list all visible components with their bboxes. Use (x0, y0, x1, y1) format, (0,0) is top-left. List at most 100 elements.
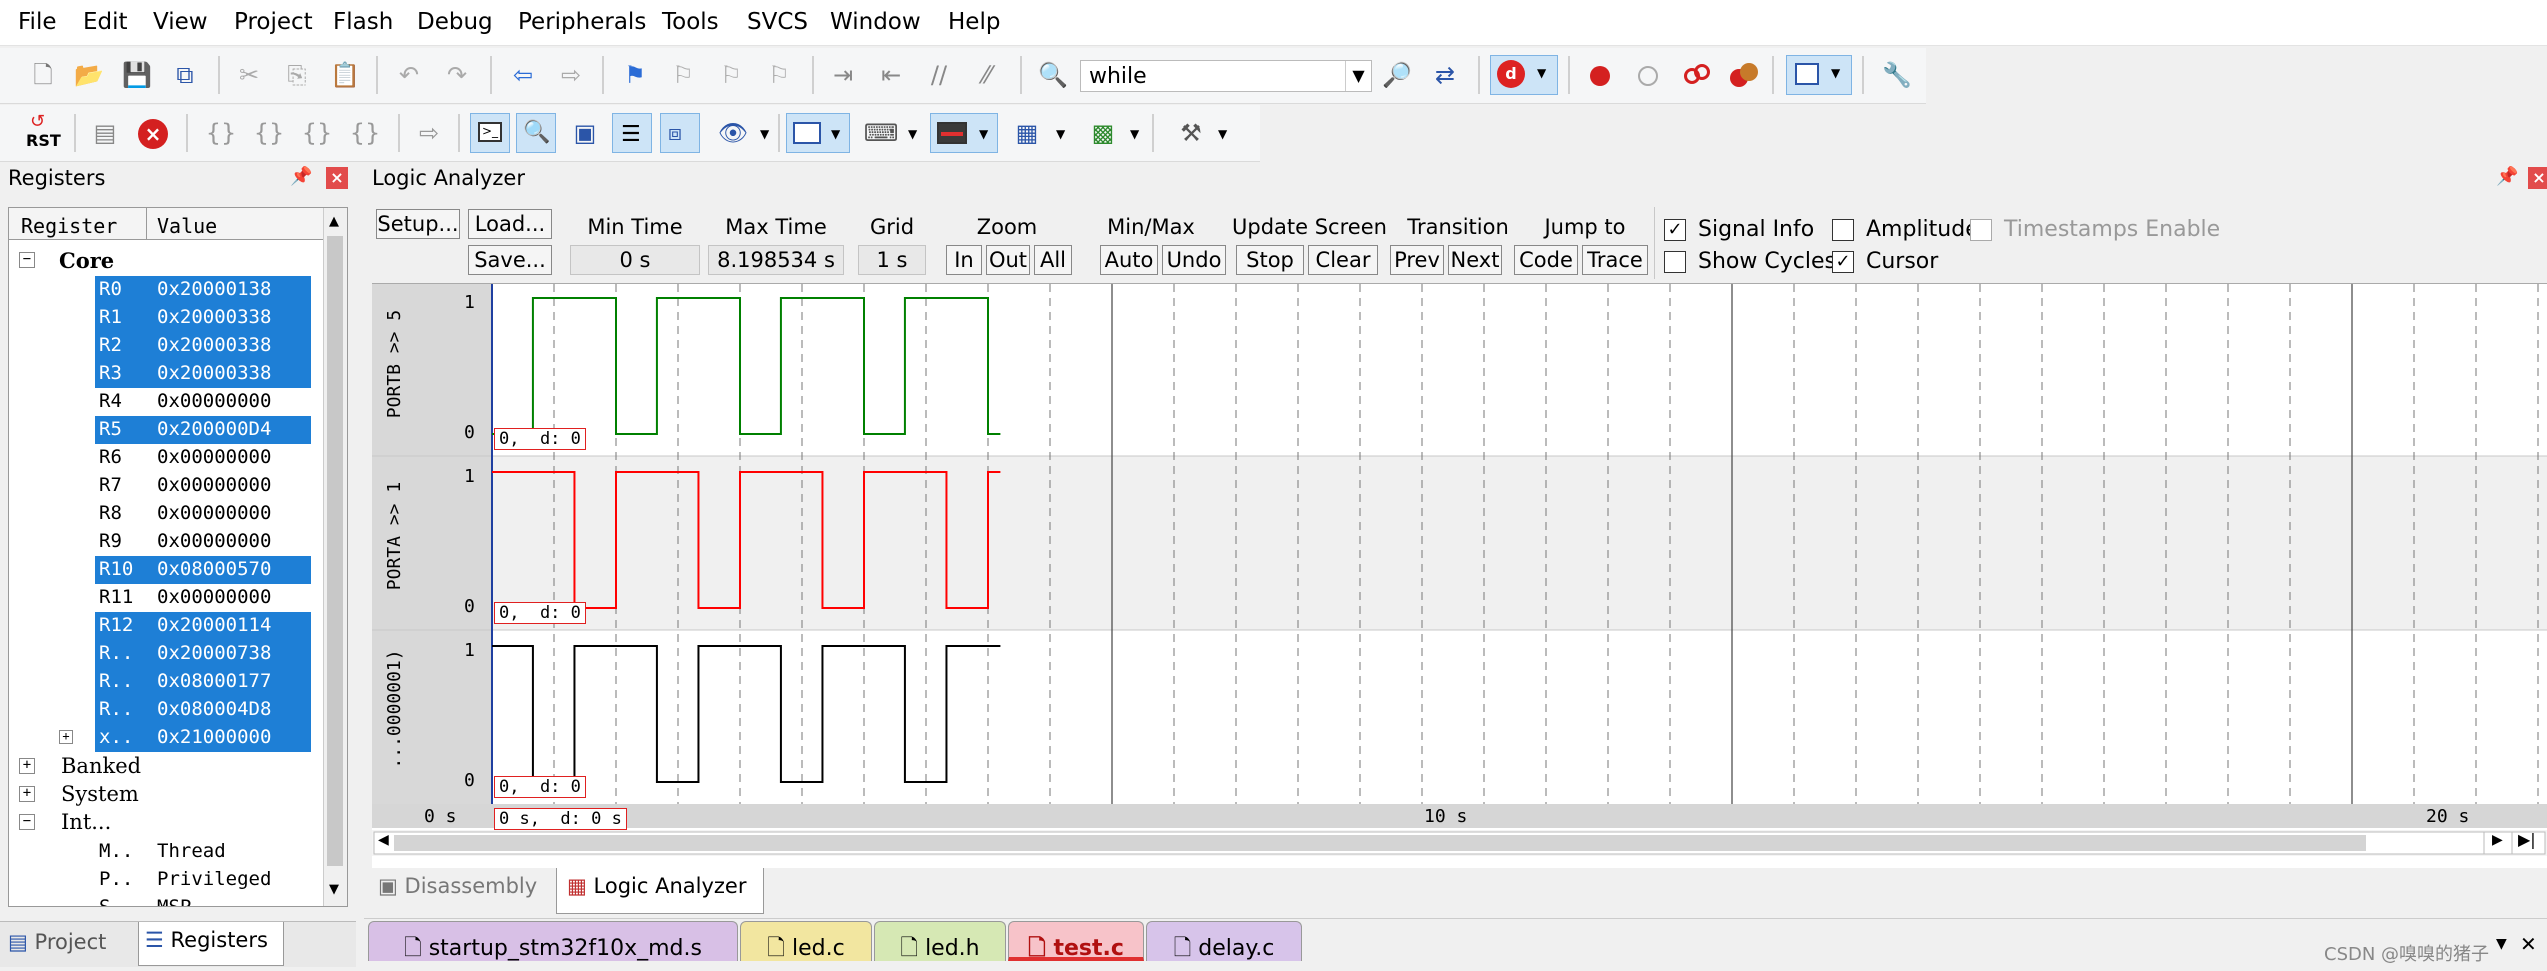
jump-trace-button[interactable]: Trace (1582, 245, 1648, 275)
transition-prev-button[interactable]: Prev (1390, 245, 1444, 275)
find-icon[interactable]: 🔎 (1380, 58, 1414, 92)
register-value[interactable]: 0x21000000 (151, 724, 311, 752)
memory-window-button[interactable]: ▼ (786, 113, 850, 153)
incremental-find-icon[interactable]: ⇄ (1428, 58, 1462, 92)
disassembly-window-button[interactable]: 🔍 (516, 113, 556, 153)
save-all-icon[interactable]: ⧉ (168, 58, 202, 92)
menu-file[interactable]: File (18, 9, 57, 35)
tab-registers[interactable]: ☰ Registers (138, 922, 284, 966)
register-row[interactable]: R.. 0x08000177 (95, 668, 323, 696)
register-value[interactable]: 0x00000000 (151, 500, 311, 528)
menu-project[interactable]: Project (234, 9, 313, 35)
nav-forward-icon[interactable]: ⇨ (554, 58, 588, 92)
menu-tools[interactable]: Tools (662, 9, 719, 35)
column-header-register[interactable]: Register (9, 208, 147, 240)
configure-icon[interactable]: 🔧 (1880, 58, 1914, 92)
register-row[interactable]: R4 0x00000000 (95, 388, 323, 416)
tree-item[interactable]: S.. MSP (95, 894, 323, 906)
analysis-window-button[interactable]: ▼ (930, 113, 998, 153)
close-icon[interactable]: ✕ (2520, 932, 2537, 956)
collapse-icon[interactable]: − (19, 252, 35, 268)
file-tab[interactable]: 🗋 led.h (874, 921, 1006, 961)
register-row[interactable]: R10 0x08000570 (95, 556, 323, 584)
bookmark-icon[interactable]: ⚑ (618, 58, 652, 92)
menu-peripherals[interactable]: Peripherals (518, 9, 646, 35)
show-cycles-checkbox[interactable] (1664, 251, 1686, 273)
update-clear-button[interactable]: Clear (1308, 245, 1378, 275)
register-row[interactable]: x.. 0x21000000 (95, 724, 323, 752)
jump-code-button[interactable]: Code (1514, 245, 1578, 275)
disable-breakpoint-icon[interactable] (1638, 66, 1658, 86)
find-combobox[interactable]: while ▼ (1080, 60, 1372, 92)
tab-logic-analyzer[interactable]: ▦ Logic Analyzer (556, 868, 764, 914)
window-layout-button[interactable]: ▼ (1786, 55, 1852, 95)
register-row[interactable]: R1 0x20000338 (95, 304, 323, 332)
tree-core[interactable]: Core (59, 248, 114, 273)
register-value[interactable]: 0x00000000 (151, 528, 311, 556)
step-over-icon[interactable]: {} (252, 116, 286, 150)
save-icon[interactable]: 💾 (120, 58, 154, 92)
register-row[interactable]: R9 0x00000000 (95, 528, 323, 556)
save-button[interactable]: Save... (468, 245, 552, 275)
minmax-auto-button[interactable]: Auto (1100, 245, 1158, 275)
register-value[interactable]: 0x200000D4 (151, 416, 311, 444)
register-row[interactable]: R3 0x20000338 (95, 360, 323, 388)
expand-icon[interactable]: + (59, 730, 73, 744)
amplitude-checkbox[interactable] (1832, 219, 1854, 241)
file-tab-active[interactable]: 🗋 test.c (1008, 921, 1144, 961)
chevron-down-icon[interactable]: ▼ (1345, 61, 1371, 91)
register-value[interactable]: 0x20000738 (151, 640, 311, 668)
register-value[interactable]: 0x20000138 (151, 276, 311, 304)
scroll-down-icon[interactable]: ▼ (329, 882, 339, 897)
signal-name-expr[interactable]: ...0000001) (384, 634, 406, 784)
register-value[interactable]: 0x00000000 (151, 388, 311, 416)
close-icon[interactable]: × (2528, 167, 2547, 189)
cut-icon[interactable]: ✂ (232, 58, 266, 92)
scroll-right-icon[interactable]: ▶ (2492, 832, 2503, 848)
cursor-checkbox[interactable]: ✓ (1832, 251, 1854, 273)
minmax-undo-button[interactable]: Undo (1162, 245, 1226, 275)
tree-internal[interactable]: Int... (61, 810, 111, 834)
next-bookmark-icon[interactable]: ⚐ (714, 58, 748, 92)
reset-button[interactable]: ↺ RST (24, 111, 62, 155)
file-tab[interactable]: 🗋 startup_stm32f10x_md.s (368, 921, 738, 961)
open-folder-icon[interactable]: 📂 (72, 58, 106, 92)
chevron-down-icon[interactable]: ▼ (1218, 127, 1227, 141)
waveform-area[interactable]: ◀ ▶ ▶| PORTB >> 5 PORTA >> 1 ...0000001)… (372, 283, 2547, 869)
register-value[interactable]: 0x00000000 (151, 444, 311, 472)
menu-flash[interactable]: Flash (333, 9, 393, 35)
watch-window-icon[interactable]: 👁 (716, 116, 750, 150)
register-value[interactable]: 0x20000338 (151, 304, 311, 332)
register-value[interactable]: 0x20000338 (151, 332, 311, 360)
register-value[interactable]: 0x08000570 (151, 556, 311, 584)
register-row[interactable]: R7 0x00000000 (95, 472, 323, 500)
zoom-in-button[interactable]: In (946, 245, 982, 275)
register-value[interactable]: 0x00000000 (151, 584, 311, 612)
scroll-end-icon[interactable]: ▶| (2518, 830, 2536, 849)
find-in-files-icon[interactable]: 🔍 (1036, 58, 1070, 92)
registers-window-button[interactable]: ☰ (612, 113, 652, 153)
call-stack-button[interactable]: ⧈ (660, 113, 700, 153)
signal-name-porta[interactable]: PORTA >> 1 (384, 466, 406, 606)
transition-next-button[interactable]: Next (1448, 245, 1502, 275)
update-stop-button[interactable]: Stop (1236, 245, 1304, 275)
prev-bookmark-icon[interactable]: ⚐ (666, 58, 700, 92)
file-tab[interactable]: 🗋 delay.c (1146, 921, 1302, 961)
register-row[interactable]: R11 0x00000000 (95, 584, 323, 612)
pin-icon[interactable]: 📌 (2496, 166, 2518, 187)
menu-view[interactable]: View (153, 9, 208, 35)
signal-info-checkbox[interactable]: ✓ (1664, 219, 1686, 241)
paste-icon[interactable]: 📋 (328, 58, 362, 92)
step-into-icon[interactable]: {} (204, 116, 238, 150)
pin-icon[interactable]: 📌 (290, 166, 312, 187)
scrollbar-thumb[interactable] (327, 236, 343, 866)
tree-item[interactable]: M.. Thread (95, 838, 323, 866)
timestamps-checkbox[interactable] (1970, 219, 1992, 241)
kill-all-breakpoints-icon[interactable] (1730, 63, 1758, 89)
tab-project[interactable]: ▤ Project (8, 924, 136, 964)
indent-icon[interactable]: ⇥ (826, 58, 860, 92)
chevron-down-icon[interactable]: ▼ (908, 127, 917, 141)
zoom-out-button[interactable]: Out (986, 245, 1030, 275)
tree-item[interactable]: P.. Privileged (95, 866, 323, 894)
trace-window-icon[interactable]: ▦ (1010, 116, 1044, 150)
